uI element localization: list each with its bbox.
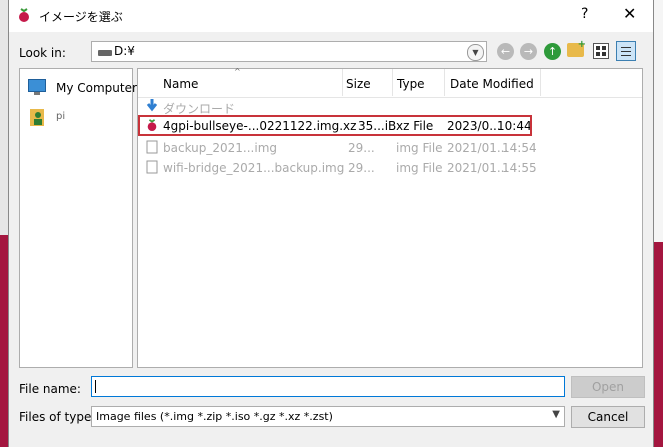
help-button[interactable]: ? [581,6,588,22]
background-app [0,0,8,447]
column-name[interactable]: Name [163,77,198,91]
open-button[interactable]: Open [571,376,645,398]
text-caret [95,380,96,393]
detail-view-icon[interactable] [616,41,636,61]
list-item[interactable]: wifi-bridge_2021...backup.img 29... img … [138,158,642,178]
list-item[interactable]: backup_2021...img 29... img File 2021/01… [138,138,642,158]
new-folder-icon[interactable]: + [567,39,586,57]
file-name: wifi-bridge_2021...backup.img [163,161,345,175]
file-type: img File [396,161,443,175]
title-bar: イメージを選ぶ ? ✕ [9,0,653,32]
computer-icon [28,79,46,92]
list-view-icon[interactable] [593,43,609,59]
file-list: ^ Name Size Type Date Modified ダウンロード 4g… [137,67,643,368]
file-date: 2021/01... [447,161,509,175]
column-type[interactable]: Type [397,77,425,91]
file-time: 14:55 [502,161,537,175]
file-size: 29... [348,141,375,155]
look-in-label: Look in: [19,46,66,60]
column-date-modified[interactable]: Date Modified [450,77,534,91]
look-in-value: D:¥ [114,44,135,58]
file-name: backup_2021...img [163,141,277,155]
download-folder-icon [146,99,158,112]
column-size[interactable]: Size [346,77,371,91]
file-icon [146,140,158,154]
files-of-type-value: Image files (*.img *.zip *.iso *.gz *.xz… [96,410,333,423]
window-title: イメージを選ぶ [39,10,123,24]
look-in-combo[interactable]: D:¥ ▼ [91,41,487,62]
file-name-label: File name: [19,382,81,396]
sidebar-item-label: My Computer [56,81,137,95]
cancel-button[interactable]: Cancel [571,406,645,428]
sort-ascending-icon: ^ [234,67,241,76]
column-header: ^ Name Size Type Date Modified [138,67,642,98]
file-type: img File [396,141,443,155]
file-size: 29... [348,161,375,175]
list-item[interactable]: ダウンロード [138,97,642,117]
chevron-down-icon[interactable]: ▼ [552,409,560,420]
file-date: 2021/01... [447,141,509,155]
file-dialog: イメージを選ぶ ? ✕ Look in: D:¥ ▼ ← → ↑ + My Co… [8,0,654,447]
files-of-type-label: Files of type: [19,410,96,424]
sidebar: My Computer pi [19,68,137,368]
user-folder-icon [30,109,44,126]
file-icon [146,160,158,174]
chevron-down-icon[interactable]: ▼ [467,44,484,61]
raspberry-icon [19,8,29,22]
close-button[interactable]: ✕ [623,4,636,23]
back-icon[interactable]: ← [497,43,514,60]
background-app-right [654,0,663,447]
drive-icon [98,50,112,56]
forward-icon[interactable]: → [520,43,537,60]
file-time: 14:54 [502,141,537,155]
up-folder-icon[interactable]: ↑ [544,43,561,60]
files-of-type-select[interactable]: Image files (*.img *.zip *.iso *.gz *.xz… [91,406,565,427]
file-name-input[interactable] [91,376,565,397]
sidebar-item-label: pi [56,111,66,122]
selection-highlight [138,115,532,136]
